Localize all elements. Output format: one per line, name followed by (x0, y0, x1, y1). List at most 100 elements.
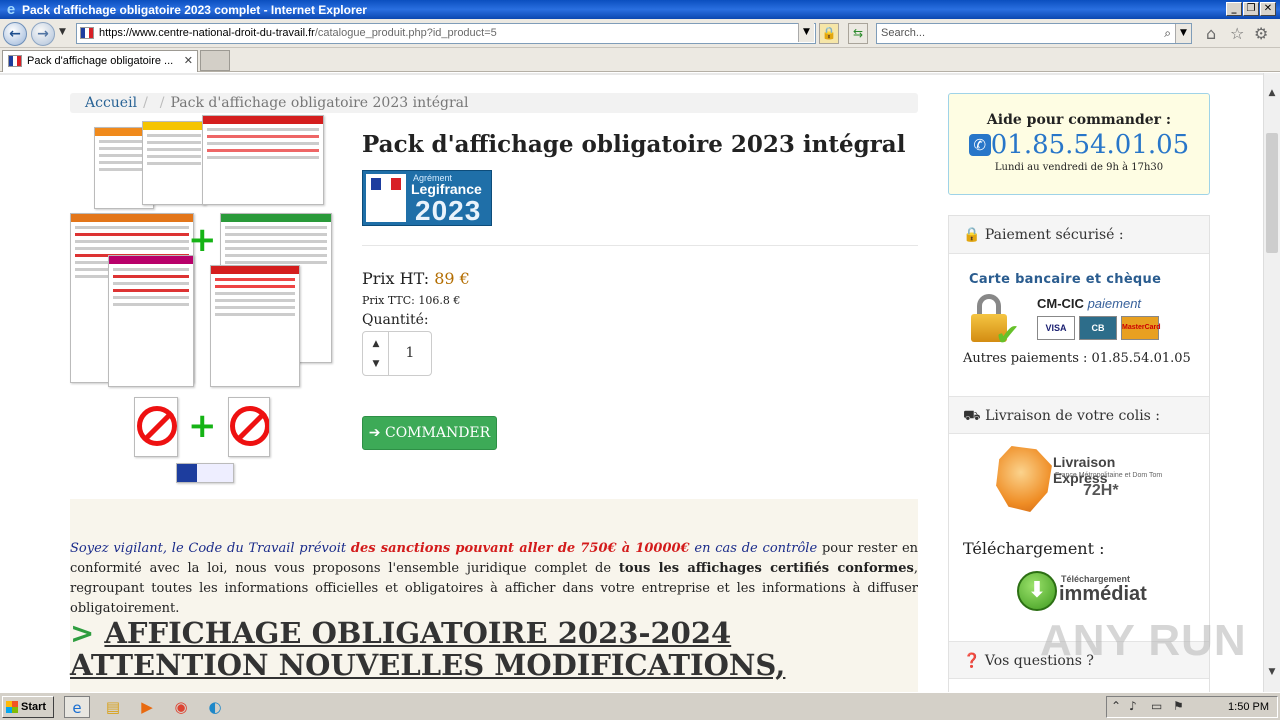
url-path: /catalogue_produit.php?id_product=5 (314, 27, 497, 39)
window-title: Pack d'affichage obligatoire 2023 comple… (22, 2, 367, 17)
home-icon[interactable]: ⌂ (1206, 24, 1216, 43)
headline-marker: > (70, 616, 95, 650)
back-button[interactable]: ← (3, 22, 27, 46)
favorites-star-icon[interactable]: ☆ (1230, 24, 1244, 43)
label-thumbnail (176, 463, 234, 483)
tab-close-icon[interactable]: ✕ (184, 51, 193, 71)
tray-expand-icon[interactable]: ⌃ (1111, 699, 1121, 713)
media-player-taskbar-icon[interactable]: ▶ (134, 696, 160, 718)
system-tray: ⌃ ♪ ▭ ⚑ 1:50 PM (1106, 696, 1278, 718)
anyrun-watermark: ANY RUN (1040, 616, 1247, 665)
search-dropdown-icon[interactable]: ▼ (1175, 24, 1191, 43)
delivery-time: 72H* (1083, 482, 1119, 499)
payment-header-label: Paiement sécurisé : (984, 227, 1124, 243)
cmcic-name: CM-CIC (1037, 296, 1084, 311)
desc-bold: tous les affichages certifiés conformes (618, 561, 914, 576)
quantity-label: Quantité: (362, 312, 429, 328)
help-hours: Lundi au vendredi de 9h à 17h30 (994, 162, 1164, 173)
secure-padlock-icon: ✔ (969, 294, 1020, 353)
description-section: Soyez vigilant, le Code du Travail prévo… (70, 499, 918, 692)
search-input[interactable]: Search... ⌕ ▼ (876, 23, 1192, 44)
settings-gear-icon[interactable]: ⚙ (1254, 24, 1268, 43)
history-dropdown-icon[interactable]: ▼ (59, 27, 66, 37)
download-title: Téléchargement : (963, 539, 1105, 558)
taskbar: Start e ▤ ▶ ◉ ◐ ⌃ ♪ ▭ ⚑ 1:50 PM (0, 692, 1280, 720)
new-tab-button[interactable] (200, 50, 230, 71)
quantity-increase-button[interactable]: ▲ (365, 334, 387, 354)
delivery-header: ⛟ Livraison de votre colis : (949, 396, 1209, 434)
desc-sanctions: des sanctions pouvant aller de 750€ à 10… (350, 541, 690, 556)
price-ht: Prix HT: 89 € (362, 269, 470, 288)
desc-intro: Soyez vigilant, le Code du Travail prévo… (70, 541, 347, 556)
download-arrow-icon: ⬇ (1017, 571, 1057, 611)
quantity-input[interactable]: 1 (389, 332, 431, 375)
url-input[interactable]: https://www.centre-national-droit-du-tra… (76, 23, 816, 44)
delivery-subtitle: France Métropolitaine et Dom Tom (1055, 472, 1163, 479)
folder-taskbar-icon[interactable]: ▤ (100, 696, 126, 718)
cmcic-suffix: paiement (1087, 296, 1142, 311)
question-icon: ❓ (963, 653, 981, 669)
download-big-label: immédiat (1059, 583, 1147, 605)
payment-header: 🔒 Paiement sécurisé : (949, 216, 1209, 254)
url-dropdown-icon[interactable]: ▼ (798, 23, 814, 42)
cart-arrow-icon: ➔ (368, 425, 381, 441)
help-phone-number: 01.85.54.01.05 (990, 130, 1190, 160)
order-help-box: Aide pour commander : ✆ 01.85.54.01.05 Lu… (948, 93, 1210, 195)
help-phone[interactable]: ✆ 01.85.54.01.05 (949, 130, 1209, 160)
plus-icon: + (188, 406, 217, 446)
price-ht-label: Prix HT: (362, 269, 430, 288)
volume-icon[interactable]: ♪ (1129, 699, 1137, 713)
scroll-down-icon[interactable]: ▼ (1264, 664, 1280, 680)
ie-taskbar-icon[interactable]: e (64, 696, 90, 718)
quantity-decrease-button[interactable]: ▼ (365, 354, 387, 374)
section-headline: > AFFICHAGE OBLIGATOIRE 2023-2024 ATTENT… (70, 617, 918, 681)
scroll-up-icon[interactable]: ▲ (1264, 85, 1280, 101)
description-paragraph: Soyez vigilant, le Code du Travail prévo… (70, 539, 918, 619)
tab-bar: Pack d'affichage obligatoire ... ✕ (0, 48, 1280, 72)
start-button[interactable]: Start (2, 696, 54, 718)
cb-card-icon: CB (1079, 316, 1117, 340)
search-placeholder: Search... (881, 27, 926, 39)
mastercard-icon: MasterCard (1121, 316, 1161, 340)
headline-text: AFFICHAGE OBLIGATOIRE 2023-2024 ATTENTIO… (70, 616, 786, 682)
poster-thumbnail (142, 121, 206, 205)
edge-taskbar-icon[interactable]: ◐ (202, 696, 228, 718)
help-title: Aide pour commander : (986, 112, 1172, 128)
flag-icon[interactable]: ⚑ (1173, 699, 1184, 713)
republique-francaise-logo (366, 174, 406, 222)
no-vaping-sign (228, 397, 270, 457)
header-divider (0, 73, 1263, 75)
poster-thumbnail (202, 115, 324, 205)
close-button[interactable]: ✕ (1260, 2, 1276, 16)
vertical-scrollbar[interactable]: ▲ ▼ (1263, 73, 1280, 692)
chrome-taskbar-icon[interactable]: ◉ (168, 696, 194, 718)
order-button[interactable]: ➔ COMMANDER (362, 416, 497, 450)
breadcrumb-home-link[interactable]: Accueil (85, 95, 137, 111)
poster-thumbnail (210, 265, 300, 387)
divider (362, 245, 918, 246)
scrollbar-thumb[interactable] (1266, 133, 1278, 253)
forward-button[interactable]: → (31, 22, 55, 46)
lock-icon[interactable]: 🔒 (819, 23, 839, 44)
network-icon[interactable]: ▭ (1151, 699, 1162, 713)
site-favicon-icon (80, 27, 94, 39)
price-ht-value: 89 € (434, 269, 470, 288)
tab-label: Pack d'affichage obligatoire ... (27, 55, 174, 67)
search-icon[interactable]: ⌕ (1164, 24, 1171, 43)
product-image[interactable]: + + (70, 115, 340, 485)
page-viewport: Accueil / / Pack d'affichage obligatoire 20… (0, 73, 1263, 692)
url-host: https://www.centre-national-droit-du-tra… (99, 27, 315, 39)
order-button-label: COMMANDER (384, 425, 491, 441)
product-title: Pack d'affichage obligatoire 2023 intégr… (362, 131, 906, 158)
quantity-stepper: ▲ ▼ 1 (362, 331, 432, 376)
minimize-button[interactable]: _ (1226, 2, 1242, 16)
tab-active[interactable]: Pack d'affichage obligatoire ... ✕ (2, 50, 198, 72)
ie-logo-icon: e (6, 0, 16, 18)
address-toolbar: ← → ▼ https://www.centre-national-droit-… (0, 19, 1280, 48)
refresh-icon[interactable]: ⇆ (848, 23, 868, 44)
clock[interactable]: 1:50 PM (1228, 697, 1269, 717)
lock-icon: 🔒 (963, 227, 981, 243)
restore-button[interactable]: ❐ (1243, 2, 1259, 16)
express-delivery-logo: Livraison Express France Métropolitaine … (993, 446, 1173, 516)
delivery-header-label: Livraison de votre colis : (985, 408, 1161, 424)
